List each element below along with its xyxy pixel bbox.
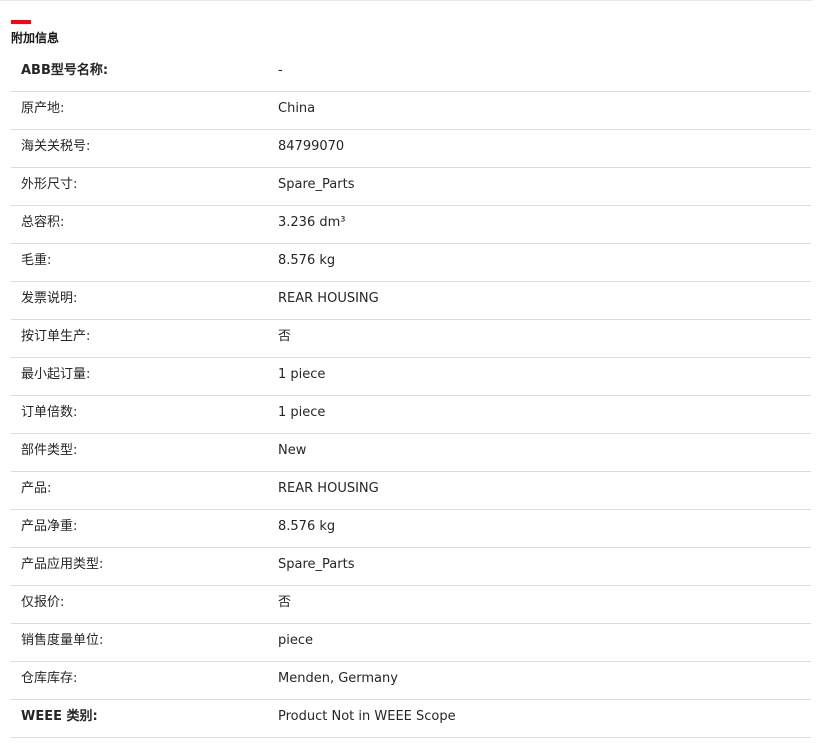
additional-info-table: ABB型号名称: - 原产地: China 海关关税号: 84799070 外形尺寸: Spa… (11, 54, 811, 738)
info-row-label: 总容积: (21, 215, 65, 230)
info-row: 部件类型: New (11, 434, 811, 472)
info-row: 产品: REAR HOUSING (11, 472, 811, 510)
info-row-value: Spare_Parts (278, 177, 355, 192)
info-row-value: - (278, 63, 283, 78)
info-row-label: 毛重: (21, 253, 52, 268)
info-row-value: New (278, 443, 307, 458)
info-row-value: REAR HOUSING (278, 481, 379, 496)
info-row-label: 产品: (21, 481, 52, 496)
info-row: 最小起订量: 1 piece (11, 358, 811, 396)
info-row-label: 销售度量单位: (21, 633, 104, 648)
info-row: 仓库库存: Menden, Germany (11, 662, 811, 700)
info-row-value: 3.236 dm³ (278, 215, 346, 230)
info-row-value: 否 (278, 595, 292, 610)
info-row-label: 订单倍数: (21, 405, 78, 420)
info-row: 销售度量单位: piece (11, 624, 811, 662)
info-row-label: WEEE 类别: (21, 709, 98, 724)
info-row-value: 否 (278, 329, 292, 344)
info-row: 按订单生产: 否 (11, 320, 811, 358)
info-row: 仅报价: 否 (11, 586, 811, 624)
info-row-label: 产品应用类型: (21, 557, 104, 572)
info-row: 发票说明: REAR HOUSING (11, 282, 811, 320)
info-row-label: 原产地: (21, 101, 65, 116)
info-row-value: Menden, Germany (278, 671, 398, 686)
info-row: 产品应用类型: Spare_Parts (11, 548, 811, 586)
info-row-value: 8.576 kg (278, 253, 336, 268)
info-row-label: 仅报价: (21, 595, 65, 610)
info-row-label: ABB型号名称: (21, 63, 109, 78)
info-row-label: 部件类型: (21, 443, 78, 458)
info-row: ABB型号名称: - (11, 54, 811, 92)
info-row-value: 1 piece (278, 405, 326, 420)
info-row-value: 84799070 (278, 139, 345, 154)
info-row: 毛重: 8.576 kg (11, 244, 811, 282)
section-accent-bar (11, 20, 31, 24)
info-row-value: 1 piece (278, 367, 326, 382)
info-row: 总容积: 3.236 dm³ (11, 206, 811, 244)
info-row-value: Product Not in WEEE Scope (278, 709, 456, 724)
info-row-label: 外形尺寸: (21, 177, 78, 192)
info-row-value: 8.576 kg (278, 519, 336, 534)
info-row: 外形尺寸: Spare_Parts (11, 168, 811, 206)
info-row: WEEE 类别: Product Not in WEEE Scope (11, 700, 811, 738)
info-row-label: 发票说明: (21, 291, 78, 306)
info-row-value: REAR HOUSING (278, 291, 379, 306)
info-row-value: Spare_Parts (278, 557, 355, 572)
info-row: 海关关税号: 84799070 (11, 130, 811, 168)
info-row-value: piece (278, 633, 314, 648)
section-title: 附加信息 (11, 31, 60, 45)
info-row-value: China (278, 101, 316, 116)
info-row-label: 产品净重: (21, 519, 78, 534)
info-row: 订单倍数: 1 piece (11, 396, 811, 434)
info-row-label: 按订单生产: (21, 329, 91, 344)
section-header: 附加信息 (11, 20, 59, 45)
info-row-label: 最小起订量: (21, 367, 91, 382)
info-row: 原产地: China (11, 92, 811, 130)
info-row-label: 海关关税号: (21, 139, 91, 154)
top-divider (0, 0, 812, 1)
info-row-label: 仓库库存: (21, 671, 78, 686)
info-row: 产品净重: 8.576 kg (11, 510, 811, 548)
